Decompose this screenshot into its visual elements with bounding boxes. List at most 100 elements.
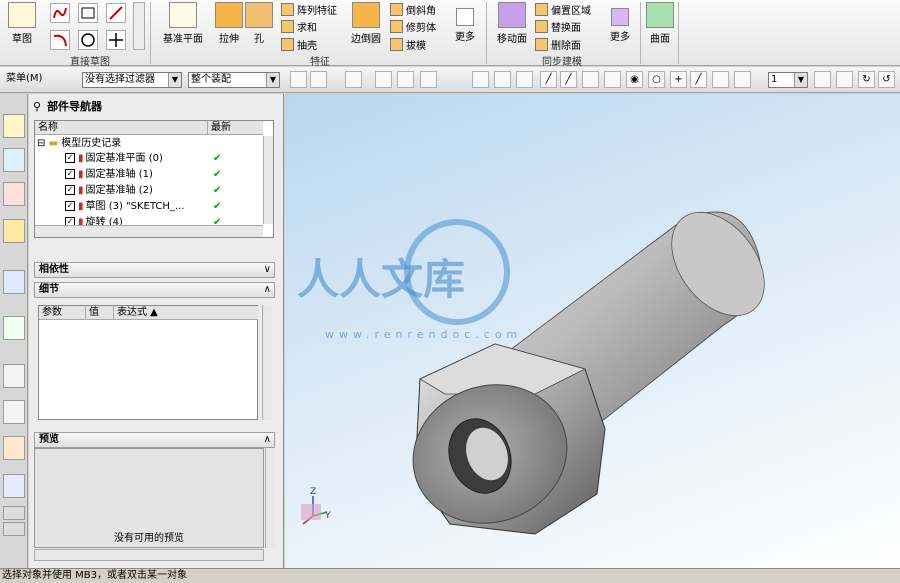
layer-dropdown[interactable]: 1 ▼ <box>768 72 808 88</box>
profile-icon[interactable] <box>50 3 70 23</box>
constraint-navigator-icon[interactable] <box>3 148 25 172</box>
tree-row[interactable]: ✓ ▮ 固定基准平面 (0) ✔ <box>65 151 293 166</box>
visibility-checkbox[interactable]: ✓ <box>65 153 75 163</box>
preview-horizontal-scrollbar[interactable] <box>34 549 264 561</box>
unite-button[interactable]: 求和 <box>281 18 317 34</box>
preview-area: 没有可用的预览 <box>34 448 264 548</box>
rectangle-icon[interactable] <box>78 3 98 23</box>
hole-button[interactable]: 孔 <box>243 2 275 50</box>
chevron-down-icon: ▼ <box>168 73 181 87</box>
column-header-expression[interactable]: 表达式 ▲ <box>113 306 258 320</box>
check-icon: ✔ <box>213 185 222 196</box>
feature-more-button[interactable]: 更多 <box>448 2 482 50</box>
view-icon[interactable] <box>472 71 489 88</box>
point-set-icon[interactable] <box>516 71 533 88</box>
tree-horizontal-scrollbar[interactable] <box>35 225 263 237</box>
pattern-button[interactable]: 阵列特征 <box>281 1 337 17</box>
visibility-checkbox[interactable]: ✓ <box>65 185 75 195</box>
display-icon[interactable] <box>836 71 853 88</box>
select-all-icon[interactable] <box>310 71 327 88</box>
pin-icon[interactable]: ⚲ <box>33 100 41 113</box>
visibility-checkbox[interactable]: ✓ <box>65 201 75 211</box>
draft-button[interactable]: 拔模 <box>390 36 426 52</box>
sketch-button[interactable]: 草图 <box>2 2 42 50</box>
filter-icon[interactable] <box>290 71 307 88</box>
replace-face-button[interactable]: 替换面 <box>535 18 581 34</box>
scroll-down-icon[interactable] <box>3 522 25 536</box>
tree-row[interactable]: ✓ ▮ 草图 (3) "SKETCH_... ✔ <box>65 199 293 214</box>
y-axis-label: Y <box>324 511 331 521</box>
intersection-icon[interactable]: + <box>670 71 687 88</box>
sketch-more-button[interactable] <box>133 2 145 50</box>
column-header-param[interactable]: 参数 <box>39 306 85 320</box>
bounded-grid-icon[interactable] <box>734 71 751 88</box>
curve-icon[interactable] <box>582 71 599 88</box>
dependencies-section[interactable]: 相依性 ∨ <box>34 262 275 278</box>
datum-plane-button[interactable]: 基准平面 <box>160 2 206 50</box>
offset-region-button[interactable]: 偏置区域 <box>535 1 591 17</box>
sync-more-button[interactable]: 更多 <box>604 2 636 50</box>
process-studio-icon[interactable] <box>3 400 25 424</box>
selection-filter-dropdown[interactable]: 没有选择过滤器 ▼ <box>82 72 182 88</box>
chevron-down-icon: ∨ <box>263 264 271 275</box>
layer-settings-icon[interactable] <box>814 71 831 88</box>
scope-dropdown[interactable]: 整个装配 ▼ <box>188 72 280 88</box>
chamfer-icon <box>390 2 403 16</box>
roles-icon[interactable] <box>3 436 25 460</box>
quadrant-icon[interactable]: ○ <box>648 71 665 88</box>
surface-button[interactable]: 曲面 <box>644 2 676 50</box>
snap-point-icon[interactable] <box>494 71 511 88</box>
hex-head[interactable] <box>393 343 606 545</box>
chamfer-button[interactable]: 倒斜角 <box>390 1 436 17</box>
snap-icon[interactable] <box>345 71 362 88</box>
assembly-navigator-icon[interactable] <box>3 114 25 138</box>
tree-row[interactable]: ✓ ▮ 固定基准轴 (2) ✔ <box>65 183 293 198</box>
scroll-up-icon[interactable] <box>3 506 25 520</box>
arc-icon[interactable] <box>50 30 70 50</box>
point-icon[interactable] <box>106 30 126 50</box>
circle-icon[interactable] <box>78 30 98 50</box>
column-header-value[interactable]: 值 <box>85 306 113 320</box>
circle-center-icon[interactable]: ◉ <box>626 71 643 88</box>
system-materials-icon[interactable] <box>3 474 25 498</box>
menu-button[interactable]: 菜单(M) <box>4 72 70 88</box>
edge-blend-button[interactable]: 边倒圆 <box>348 2 384 50</box>
history-clock-icon[interactable] <box>3 364 25 388</box>
part-navigator-icon[interactable] <box>3 182 25 206</box>
info-icon[interactable] <box>3 270 25 294</box>
edge-blend-icon <box>352 2 380 28</box>
end-point-icon[interactable]: ╱ <box>560 71 577 88</box>
tangent-icon[interactable]: ╱ <box>690 71 707 88</box>
tree-row[interactable]: ✓ ▮ 固定基准轴 (1) ✔ <box>65 167 293 182</box>
trim-body-button[interactable]: 修剪体 <box>390 18 436 34</box>
line-snap-icon[interactable]: ╱ <box>540 71 557 88</box>
preview-scrollbar[interactable] <box>265 448 275 548</box>
rotate-icon[interactable]: ↺ <box>878 71 895 88</box>
column-header-latest[interactable]: 最新 <box>207 121 263 135</box>
preview-section[interactable]: 预览 ∧ <box>34 432 275 448</box>
box-select-icon[interactable] <box>420 71 437 88</box>
collapse-icon[interactable]: ⊟ <box>37 138 45 149</box>
refresh-icon[interactable]: ↻ <box>858 71 875 88</box>
shell-button[interactable]: 抽壳 <box>281 36 317 52</box>
chevron-up-icon: ∧ <box>263 284 271 295</box>
details-scrollbar[interactable] <box>262 305 272 420</box>
tool-icon[interactable] <box>397 71 414 88</box>
tree-vertical-scrollbar[interactable] <box>263 136 273 224</box>
face-point-icon[interactable] <box>712 71 729 88</box>
tree-root[interactable]: ⊟ ▬ 模型历史记录 <box>37 136 265 151</box>
line-icon[interactable] <box>106 3 126 23</box>
extrude-icon <box>215 2 243 28</box>
delete-face-button[interactable]: 删除面 <box>535 36 581 52</box>
web-browser-icon[interactable] <box>3 316 25 340</box>
graphics-window[interactable]: 人人文库 www.renrendoc.com Z Y <box>285 94 900 568</box>
visibility-checkbox[interactable]: ✓ <box>65 169 75 179</box>
separator <box>486 2 487 64</box>
move-icon[interactable] <box>375 71 392 88</box>
arc-center-icon[interactable] <box>604 71 621 88</box>
folder-icon: ▬ <box>48 138 59 149</box>
details-section[interactable]: 细节 ∧ <box>34 282 275 298</box>
column-header-name[interactable]: 名称 <box>35 121 207 135</box>
reuse-library-icon[interactable] <box>3 219 25 243</box>
move-face-button[interactable]: 移动面 <box>492 2 532 50</box>
